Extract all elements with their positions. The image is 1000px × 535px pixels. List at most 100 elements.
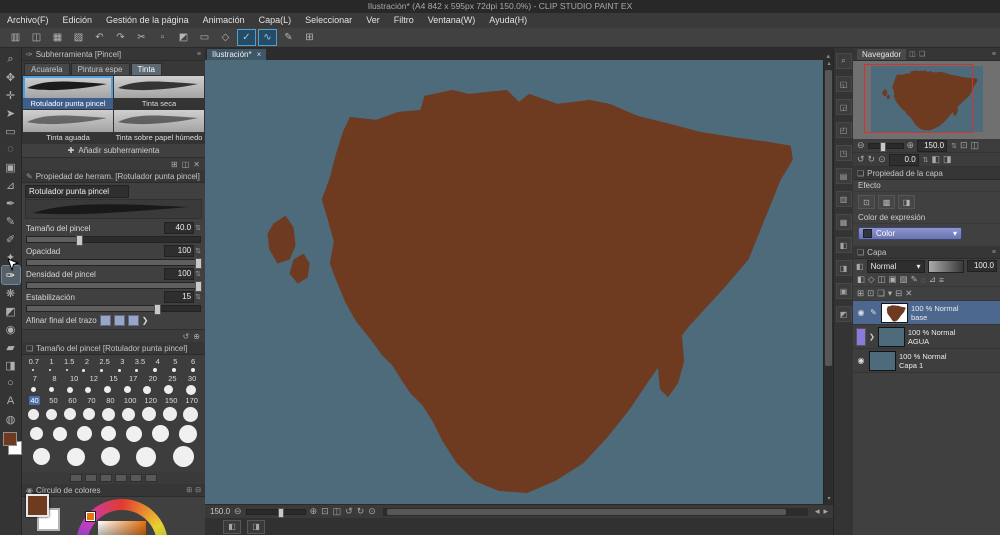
collapsed-panel-10[interactable]: ▣ bbox=[836, 283, 852, 299]
brush-size-cell[interactable]: 40 bbox=[29, 396, 40, 405]
brush-size-circle[interactable] bbox=[101, 426, 116, 441]
brush-size-dot[interactable] bbox=[83, 408, 95, 420]
menu-item[interactable]: Animación bbox=[196, 13, 252, 28]
brush-size-cell[interactable]: 1.5 bbox=[64, 357, 75, 366]
collapsed-panel-5[interactable]: ▤ bbox=[836, 168, 852, 184]
layer-visibility-icon[interactable]: ◉ bbox=[856, 308, 866, 317]
brush-size-cell[interactable]: 30 bbox=[187, 374, 198, 383]
strip-main-color-swatch[interactable] bbox=[3, 432, 17, 446]
layer-row[interactable]: ❯ 100 % Normal AGUA bbox=[853, 325, 1000, 349]
brush-size-dot[interactable] bbox=[142, 407, 156, 421]
brush-size-dot[interactable] bbox=[122, 408, 135, 421]
zoom-slider[interactable] bbox=[246, 509, 306, 515]
spinner-icon[interactable]: ⇅ bbox=[195, 224, 201, 232]
size-option-box[interactable] bbox=[100, 474, 112, 482]
spinner-icon[interactable]: ⇅ bbox=[195, 293, 201, 301]
brush-size-cell[interactable]: 25 bbox=[167, 374, 178, 383]
layer-thumbnail[interactable] bbox=[878, 327, 905, 347]
main-color-swatch[interactable] bbox=[26, 494, 49, 517]
smooth-line-icon[interactable]: ∿ bbox=[258, 29, 277, 46]
canvas-vertical-scrollbar[interactable]: ▴ ▾ bbox=[823, 60, 833, 504]
lock-layer-icon[interactable]: ▣ bbox=[889, 274, 897, 285]
layer-mask-icon[interactable]: ◌ bbox=[921, 275, 926, 285]
layer-color-chip[interactable] bbox=[856, 328, 866, 346]
transfer-down-icon[interactable]: ▾ bbox=[888, 288, 892, 299]
rotate-cw-icon[interactable]: ↻ bbox=[868, 154, 876, 165]
tab-tinta[interactable]: Tinta bbox=[131, 63, 163, 75]
brush-size-dot[interactable] bbox=[163, 407, 177, 421]
collapsed-panel-11[interactable]: ◩ bbox=[836, 306, 852, 322]
brush-size-circle[interactable] bbox=[126, 426, 142, 442]
brush-size-cell[interactable]: 17 bbox=[128, 374, 139, 383]
brush-size-cell[interactable]: 150 bbox=[165, 396, 178, 405]
menu-item[interactable]: Edición bbox=[56, 13, 100, 28]
undo-icon[interactable]: ↶ bbox=[90, 29, 109, 46]
layer-thumbnail[interactable] bbox=[869, 351, 896, 371]
reset-rotation-icon[interactable]: ⊙ bbox=[368, 506, 376, 517]
size-option-box[interactable] bbox=[130, 474, 142, 482]
tool-balloon[interactable]: ◍ bbox=[2, 410, 20, 428]
brush-size-cell[interactable]: 80 bbox=[105, 396, 116, 405]
panel-menu-icon[interactable]: ≡ bbox=[197, 51, 201, 58]
collapsed-panel-6[interactable]: ▥ bbox=[836, 191, 852, 207]
actual-size-icon[interactable]: ◫ bbox=[971, 140, 980, 151]
navigator-zoom-value[interactable]: 150.0 bbox=[917, 140, 947, 152]
all-settings-icon[interactable]: ⊕ bbox=[193, 332, 200, 341]
property-slider[interactable] bbox=[26, 282, 201, 289]
brush-size-circle[interactable] bbox=[53, 427, 67, 441]
panel-menu-icon[interactable]: ≡ bbox=[992, 249, 996, 256]
chevron-right-icon[interactable]: ❯ bbox=[142, 316, 149, 325]
selection-border-icon[interactable]: ▭ bbox=[195, 29, 214, 46]
expression-color-dropdown[interactable]: Color ▾ bbox=[858, 227, 962, 240]
menu-item[interactable]: Gestión de la página bbox=[99, 13, 196, 28]
opacity-slider[interactable] bbox=[928, 260, 964, 273]
layer-name[interactable]: base bbox=[911, 313, 959, 322]
brush-size-dot[interactable] bbox=[28, 409, 39, 420]
brush-size-circle[interactable] bbox=[173, 446, 194, 467]
zoom-out-icon[interactable]: ⊖ bbox=[857, 140, 865, 151]
menu-item[interactable]: Ver bbox=[359, 13, 387, 28]
new-folder-icon[interactable]: ❏ bbox=[877, 288, 885, 299]
brush-size-dot[interactable] bbox=[102, 408, 115, 421]
layer-color-icon[interactable]: ◨ bbox=[898, 195, 915, 209]
scroll-left-icon[interactable]: ◂ bbox=[815, 506, 820, 517]
brush-size-dot[interactable] bbox=[82, 369, 85, 372]
tool-decoration[interactable]: ❋ bbox=[2, 284, 20, 302]
hue-marker[interactable] bbox=[86, 512, 95, 521]
panel-menu-icon[interactable]: ≡ bbox=[992, 51, 996, 58]
tool-move[interactable]: ✛ bbox=[2, 86, 20, 104]
brush-size-dot[interactable] bbox=[172, 368, 176, 372]
collapsed-panel-2[interactable]: ◲ bbox=[836, 99, 852, 115]
brush-size-dot[interactable] bbox=[100, 369, 103, 372]
brush-size-circle[interactable] bbox=[77, 426, 92, 441]
spinner-icon[interactable]: ⇅ bbox=[951, 142, 957, 150]
brush-size-cell[interactable]: 5 bbox=[170, 357, 181, 366]
subtool-item[interactable]: Tinta aguada bbox=[23, 110, 113, 143]
brush-size-circle[interactable] bbox=[136, 447, 156, 467]
brush-size-cell[interactable]: 170 bbox=[185, 396, 198, 405]
tab-pintura-especial[interactable]: Pintura espe bbox=[71, 63, 130, 75]
canvas-page[interactable] bbox=[205, 60, 823, 504]
scroll-right-icon[interactable]: ▸ bbox=[823, 506, 828, 517]
size-option-box[interactable] bbox=[115, 474, 127, 482]
navigator-view-rectangle[interactable] bbox=[864, 64, 973, 133]
size-option-box[interactable] bbox=[70, 474, 82, 482]
brush-size-cell[interactable]: 50 bbox=[48, 396, 59, 405]
property-value[interactable]: 100 bbox=[164, 245, 194, 257]
duplicate-subtool-icon[interactable]: ◫ bbox=[182, 160, 190, 169]
menu-item[interactable]: Ventana(W) bbox=[421, 13, 483, 28]
tool-pencil[interactable]: ✎ bbox=[2, 212, 20, 230]
brush-size-cell[interactable]: 20 bbox=[147, 374, 158, 383]
rotate-ccw-icon[interactable]: ↺ bbox=[857, 154, 865, 165]
horizontal-scroll-thumb[interactable] bbox=[387, 509, 787, 515]
collapsed-panel-1[interactable]: ◱ bbox=[836, 76, 852, 92]
actual-size-icon[interactable]: ◫ bbox=[333, 506, 342, 517]
new-vector-layer-icon[interactable]: ⊡ bbox=[867, 288, 874, 299]
reset-tool-icon[interactable]: ↺ bbox=[183, 332, 190, 341]
zoom-out-icon[interactable]: ⊖ bbox=[234, 506, 242, 517]
export-icon[interactable]: ▧ bbox=[69, 29, 88, 46]
brush-size-cell[interactable]: 6 bbox=[188, 357, 199, 366]
redo-icon[interactable]: ↷ bbox=[111, 29, 130, 46]
brush-size-cell[interactable]: 1 bbox=[46, 357, 57, 366]
hue-ring[interactable] bbox=[76, 499, 168, 535]
